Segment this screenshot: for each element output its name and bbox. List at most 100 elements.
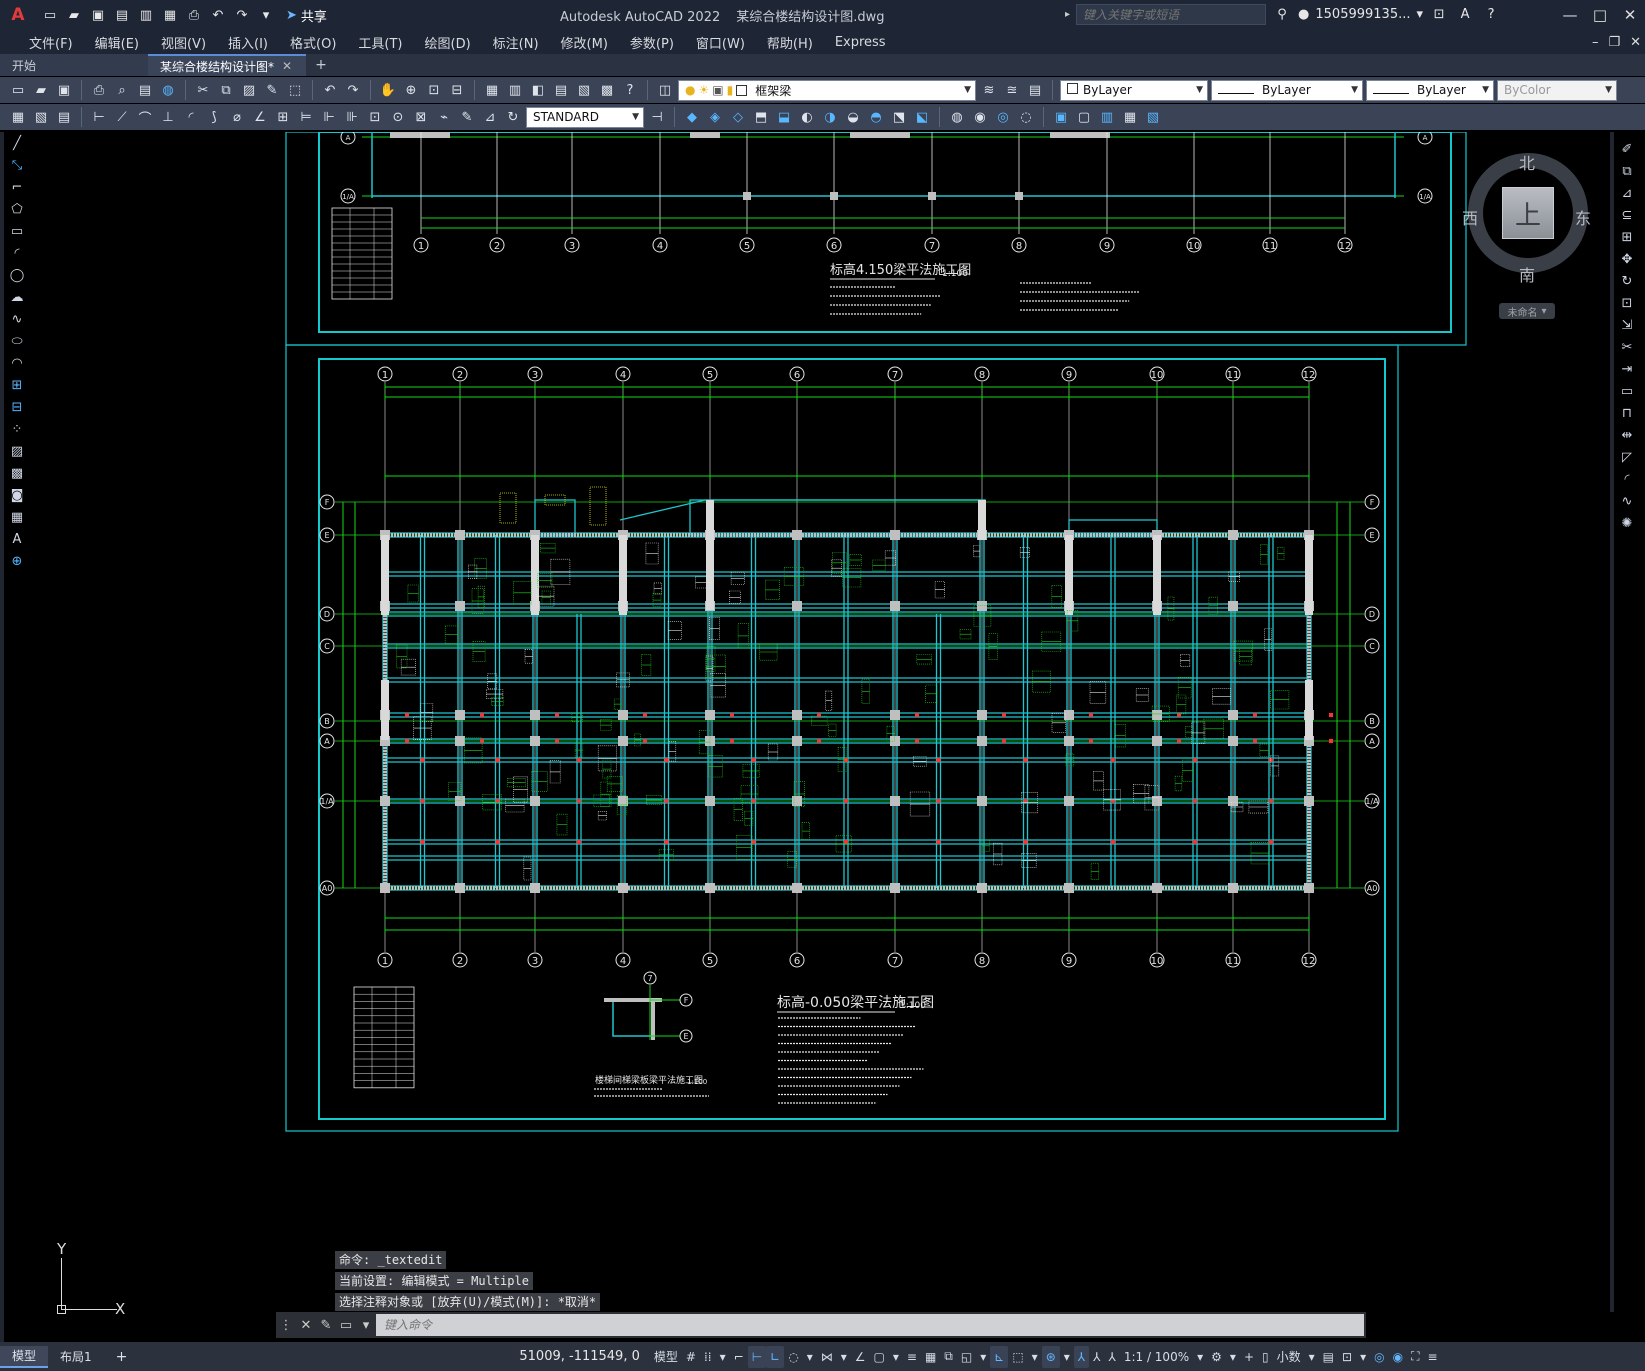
linear-dim-icon[interactable]: ⊢ — [89, 107, 109, 127]
construction-line-icon[interactable]: ⤡ — [6, 154, 28, 176]
color-dropdown[interactable]: ByLayer ▼ — [1060, 79, 1208, 101]
object-snap-tracking-icon[interactable]: ∠ — [851, 1346, 870, 1368]
search-input[interactable] — [1076, 4, 1267, 25]
gradient-icon[interactable]: ▩ — [6, 462, 28, 484]
mesh-box-icon[interactable]: ▣ — [1051, 107, 1071, 127]
multileader-style-icon[interactable]: ▧ — [31, 107, 51, 127]
share-button[interactable]: ➤ 共享 — [280, 6, 333, 25]
tool-palettes-icon[interactable]: ◧ — [528, 80, 548, 100]
match-properties-icon[interactable]: ✎ — [262, 80, 282, 100]
lineweight-icon[interactable]: ≡ — [903, 1346, 921, 1368]
search-icon[interactable]: ⚲ — [1272, 5, 1292, 25]
menu-view[interactable]: 视图(V) — [150, 33, 217, 52]
quick-dim-icon[interactable]: ⊞ — [273, 107, 293, 127]
presspull-icon[interactable]: ⬓ — [774, 107, 794, 127]
chevron-down-icon[interactable]: ▾ — [1028, 1346, 1042, 1368]
doc-restore-icon[interactable]: ❐ — [1608, 35, 1620, 50]
chevron-down-icon[interactable]: ▾ — [1305, 1346, 1319, 1368]
command-input[interactable] — [376, 1314, 1364, 1336]
mesh-crease-icon[interactable]: ▦ — [1120, 107, 1140, 127]
loft-icon[interactable]: ◒ — [843, 107, 863, 127]
arc-icon[interactable]: ◜ — [6, 242, 28, 264]
doc-close-icon[interactable]: ✕ — [1630, 35, 1641, 50]
customize-qat-icon[interactable]: ▾ — [256, 5, 276, 25]
tab-model[interactable]: 模型 — [0, 1345, 49, 1368]
menu-file[interactable]: 文件(F) — [18, 33, 84, 52]
chevron-down-icon[interactable]: ▾ — [976, 1346, 990, 1368]
break-at-point-icon[interactable]: ▭ — [1616, 380, 1638, 402]
lineweight-dropdown[interactable]: ByLayer ▼ — [1366, 79, 1494, 101]
continue-icon[interactable]: ⊩ — [319, 107, 339, 127]
multiline-text-icon[interactable]: A — [6, 528, 28, 550]
drawing-canvas[interactable]: 1 2 3 4 5 6 7 8 9 10 11 12A A1/A 1/A 1122334455667788… — [33, 132, 1610, 1310]
zoom-realtime-icon[interactable]: ⊕ — [401, 80, 421, 100]
plot-icon[interactable]: ⎙ — [89, 80, 109, 100]
dim-override-icon[interactable]: ⊣ — [647, 107, 667, 127]
pan-icon[interactable]: ✋ — [378, 80, 398, 100]
menu-modify[interactable]: 修改(M) — [550, 33, 619, 52]
new-icon[interactable]: ▭ — [8, 80, 28, 100]
undo-icon[interactable]: ↶ — [208, 5, 228, 25]
paste-icon[interactable]: ▨ — [239, 80, 259, 100]
compass-south[interactable]: 南 — [1519, 262, 1535, 286]
grid-icon[interactable]: # — [682, 1346, 700, 1368]
design-center-icon[interactable]: ▥ — [505, 80, 525, 100]
chevron-down-icon[interactable]: ▾ — [837, 1346, 851, 1368]
3d-union-icon[interactable]: ◈ — [705, 107, 725, 127]
chevron-down-icon[interactable]: ▾ — [889, 1346, 903, 1368]
ortho-icon[interactable]: ∟ — [766, 1345, 785, 1368]
layer-properties-icon[interactable]: ◫ — [655, 80, 675, 100]
open-icon[interactable]: ▰ — [31, 80, 51, 100]
convert-solid-icon[interactable]: ▧ — [1143, 107, 1163, 127]
rectangle-icon[interactable]: ▭ — [6, 220, 28, 242]
extend-icon[interactable]: ⇥ — [1616, 358, 1638, 380]
workspace-gear-icon[interactable]: ⚙ — [1207, 1346, 1226, 1368]
section-icon[interactable]: ⬔ — [889, 107, 909, 127]
menu-edit[interactable]: 编辑(E) — [84, 33, 150, 52]
table-icon[interactable]: ▦ — [6, 506, 28, 528]
diameter-icon[interactable]: ⌀ — [227, 107, 247, 127]
hatch-icon[interactable]: ▨ — [6, 440, 28, 462]
menu-draw[interactable]: 绘图(D) — [414, 33, 482, 52]
autocad-logo-icon[interactable]: A — [0, 0, 36, 30]
object-snap-icon[interactable]: ▢ — [870, 1346, 889, 1368]
thicken-icon[interactable]: ⬕ — [912, 107, 932, 127]
markup-icon[interactable]: ▧ — [574, 80, 594, 100]
viewcube[interactable]: 上 北 南 西 东 — [1462, 150, 1591, 285]
undo-icon[interactable]: ↶ — [320, 80, 340, 100]
plotstyle-dropdown[interactable]: ByColor ▼ — [1497, 79, 1617, 101]
minimize-icon[interactable]: — — [1555, 0, 1585, 30]
menu-insert[interactable]: 插入(I) — [217, 33, 279, 52]
customization-icon[interactable]: ≡ — [1423, 1346, 1441, 1368]
dim-update-icon[interactable]: ↻ — [503, 107, 523, 127]
3d-dwf-icon[interactable]: ◍ — [158, 80, 178, 100]
copy-icon[interactable]: ⧉ — [216, 80, 236, 100]
make-current-layer-icon[interactable]: ≋ — [979, 80, 999, 100]
lights-icon[interactable]: ◌ — [1016, 107, 1036, 127]
clean-screen-icon[interactable]: ⛶ — [1407, 1346, 1423, 1368]
open-from-web-icon[interactable]: ▥ — [136, 5, 156, 25]
new-tab-button[interactable]: + — [306, 54, 336, 76]
menu-tools[interactable]: 工具(T) — [347, 33, 413, 52]
maximize-icon[interactable]: □ — [1585, 0, 1615, 30]
chamfer-icon[interactable]: ◸ — [1616, 446, 1638, 468]
annotation-scale-value[interactable]: 1:1 / 100% — [1120, 1346, 1193, 1368]
chevron-down-icon[interactable]: ▾ — [1193, 1346, 1207, 1368]
selection-filter-icon[interactable]: ⬚ — [1008, 1346, 1027, 1368]
quickcalc-icon[interactable]: ▩ — [597, 80, 617, 100]
menu-format[interactable]: 格式(O) — [279, 33, 347, 52]
annotation-monitor-icon[interactable]: + — [1240, 1346, 1258, 1368]
quick-properties-icon[interactable]: ▤ — [1319, 1346, 1338, 1368]
move-icon[interactable]: ✥ — [1616, 248, 1638, 270]
new-file-icon[interactable]: ▭ — [40, 5, 60, 25]
mesh-smooth-icon[interactable]: ▢ — [1074, 107, 1094, 127]
3d-subtract-icon[interactable]: ◇ — [728, 107, 748, 127]
dimstyle-icon[interactable]: ▤ — [54, 107, 74, 127]
annotation-visibility-icon[interactable]: ⅄ — [1073, 1345, 1090, 1368]
render-icon[interactable]: ◉ — [970, 107, 990, 127]
tolerance-icon[interactable]: ⊡ — [365, 107, 385, 127]
units-value[interactable]: 小数 — [1273, 1346, 1305, 1368]
properties-icon[interactable]: ▦ — [482, 80, 502, 100]
line-icon[interactable]: ╱ — [6, 132, 28, 154]
revolve-icon[interactable]: ◐ — [797, 107, 817, 127]
